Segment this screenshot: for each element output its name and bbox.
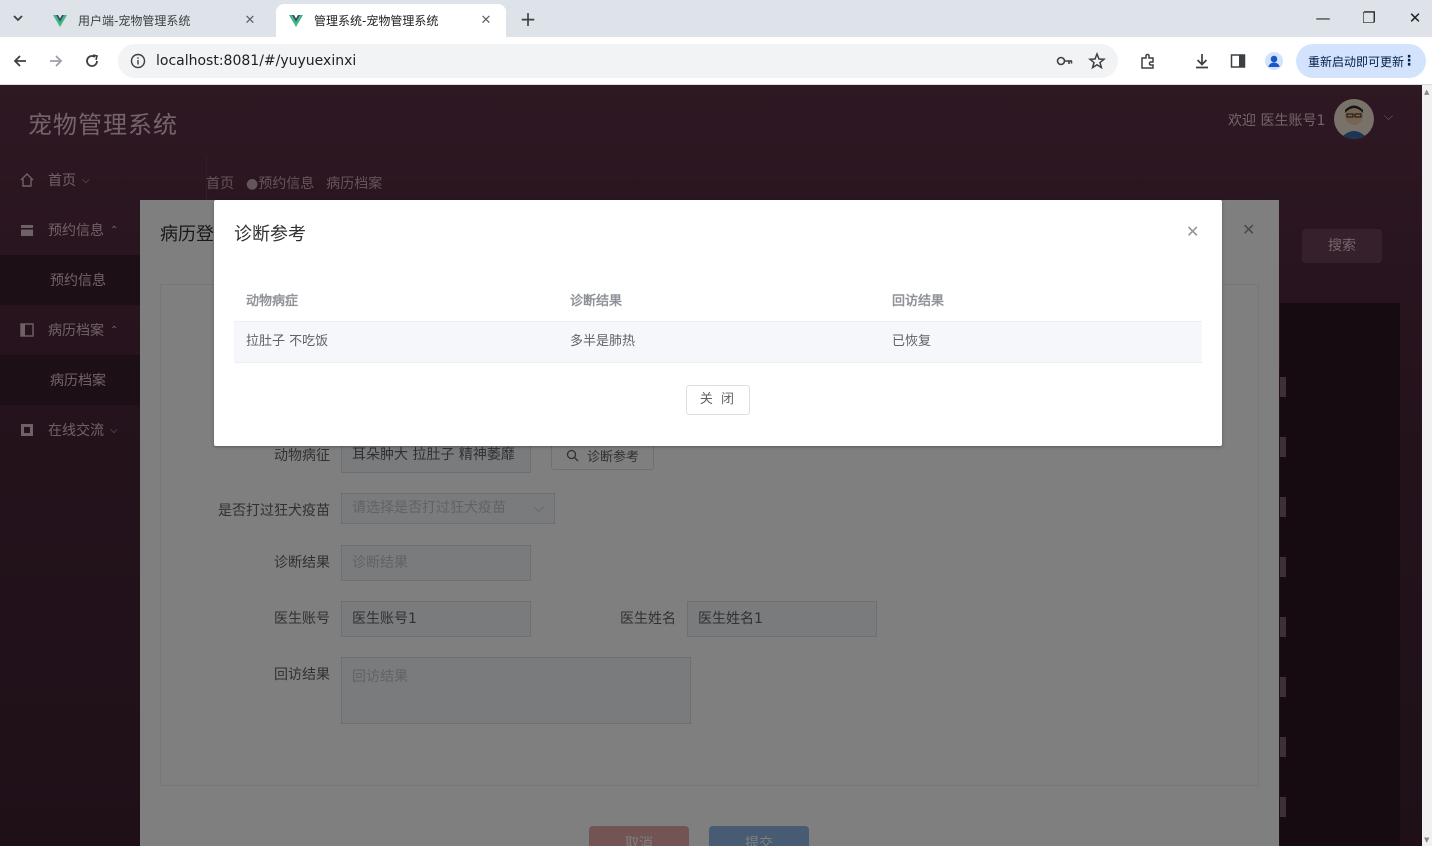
diagnosis-reference-dialog: 诊断参考 ✕ 动物病症 诊断结果 回访结果 拉肚子 不吃饭 多半是肺热 已恢复 … — [214, 200, 1222, 446]
info-icon[interactable] — [130, 53, 146, 69]
column-header: 回访结果 — [892, 294, 945, 309]
table-row[interactable]: 拉肚子 不吃饭 多半是肺热 已恢复 — [234, 322, 1202, 363]
back-button[interactable] — [8, 49, 32, 73]
reference-table: 动物病症 诊断结果 回访结果 拉肚子 不吃饭 多半是肺热 已恢复 — [234, 282, 1202, 363]
table-header: 动物病症 诊断结果 回访结果 — [234, 282, 1202, 322]
update-label: 重新启动即可更新 — [1308, 54, 1405, 69]
close-button[interactable]: 关 闭 — [686, 385, 750, 415]
reload-button[interactable] — [80, 49, 104, 73]
table-cell: 拉肚子 不吃饭 — [246, 334, 329, 349]
browser-tab-bar: 用户端-宠物管理系统 ✕ 管理系统-宠物管理系统 ✕ + — ❐ ✕ — [0, 0, 1432, 37]
browser-toolbar: localhost:8081/#/yuyuexinxi 重新启动即可更新 ⋮ — [0, 37, 1432, 85]
browser-tab[interactable]: 用户端-宠物管理系统 ✕ — [40, 4, 270, 37]
new-tab-button[interactable]: + — [516, 8, 540, 32]
table-cell: 已恢复 — [892, 334, 932, 349]
scroll-down-icon[interactable]: ▼ — [1424, 836, 1429, 844]
table-cell: 多半是肺热 — [570, 334, 636, 349]
star-icon[interactable] — [1088, 52, 1106, 70]
vue-logo-icon — [289, 14, 303, 27]
minimize-icon[interactable]: — — [1308, 6, 1338, 30]
column-header: 诊断结果 — [570, 294, 623, 309]
arrow-right-icon — [50, 55, 63, 67]
dialog-title: 诊断参考 — [234, 224, 306, 245]
tab-title: 用户端-宠物管理系统 — [78, 14, 191, 28]
page-scrollbar[interactable] — [1422, 85, 1432, 846]
reload-icon — [86, 54, 98, 67]
restore-icon[interactable]: ❐ — [1354, 6, 1384, 30]
extensions-icon[interactable] — [1136, 49, 1160, 73]
close-icon[interactable]: ✕ — [1186, 222, 1199, 241]
forward-button[interactable] — [44, 49, 68, 73]
address-bar[interactable]: localhost:8081/#/yuyuexinxi — [118, 44, 1118, 78]
close-tab-icon[interactable]: ✕ — [478, 13, 494, 29]
tab-search-button[interactable] — [6, 6, 30, 30]
close-tab-icon[interactable]: ✕ — [242, 13, 258, 29]
window-close-icon[interactable]: ✕ — [1400, 6, 1430, 30]
vue-logo-icon — [53, 14, 67, 27]
side-panel-icon[interactable] — [1226, 49, 1250, 73]
more-menu-icon[interactable]: ⋮ — [1402, 52, 1416, 70]
key-icon[interactable] — [1056, 52, 1074, 70]
arrow-left-icon — [13, 55, 26, 67]
browser-tab-active[interactable]: 管理系统-宠物管理系统 ✕ — [276, 4, 506, 37]
url-text[interactable]: localhost:8081/#/yuyuexinxi — [156, 53, 356, 69]
update-button[interactable]: 重新启动即可更新 ⋮ — [1296, 44, 1426, 78]
download-icon[interactable] — [1190, 49, 1214, 73]
chevron-down-icon — [13, 15, 23, 22]
column-header: 动物病症 — [246, 294, 299, 309]
profile-icon[interactable] — [1262, 49, 1286, 73]
scroll-up-icon[interactable]: ▲ — [1424, 88, 1429, 96]
tab-title: 管理系统-宠物管理系统 — [314, 14, 439, 28]
